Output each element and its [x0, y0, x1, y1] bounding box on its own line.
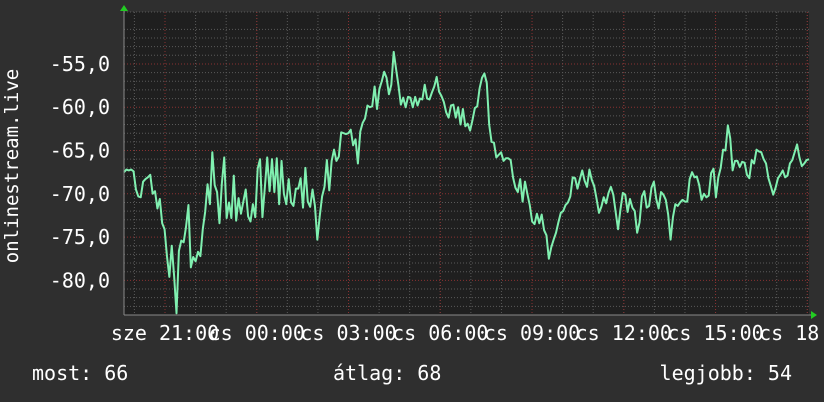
x-tick-label: cs 09:00	[484, 321, 580, 345]
stat-average: átlag: 68	[333, 361, 442, 385]
x-tick-label: cs 03:00	[300, 321, 396, 345]
y-tick-label: -80,0	[50, 268, 110, 292]
y-tick-label: -60,0	[50, 95, 110, 119]
x-tick-label: cs 18:00	[759, 321, 824, 345]
x-tick-label: sze 21:00	[111, 321, 219, 345]
y-tick-label: -75,0	[50, 225, 110, 249]
plot-background	[124, 12, 809, 315]
x-axis-arrow	[811, 311, 817, 319]
x-tick-label: cs 12:00	[576, 321, 672, 345]
x-tick-label: cs 06:00	[392, 321, 488, 345]
x-tick-label: cs 00:00	[209, 321, 305, 345]
x-tick-label: cs 15:00	[667, 321, 763, 345]
stat-current: most: 66	[32, 361, 129, 385]
y-tick-label: -55,0	[50, 52, 110, 76]
line-chart: -55,0 -60,0 -65,0 -70,0 -75,0 -80,0 sze 21:00…	[1, 5, 824, 345]
stat-best: legjobb: 54	[659, 361, 792, 385]
y-axis-label: onlinestream.live	[1, 69, 23, 263]
x-tick-labels: sze 21:00cs 00:00cs 03:00cs 06:00cs 09:0…	[111, 321, 824, 345]
y-tick-labels: -55,0 -60,0 -65,0 -70,0 -75,0 -80,0	[50, 52, 110, 292]
y-axis-arrow	[120, 5, 128, 11]
y-tick-label: -70,0	[50, 182, 110, 206]
y-tick-label: -65,0	[50, 139, 110, 163]
